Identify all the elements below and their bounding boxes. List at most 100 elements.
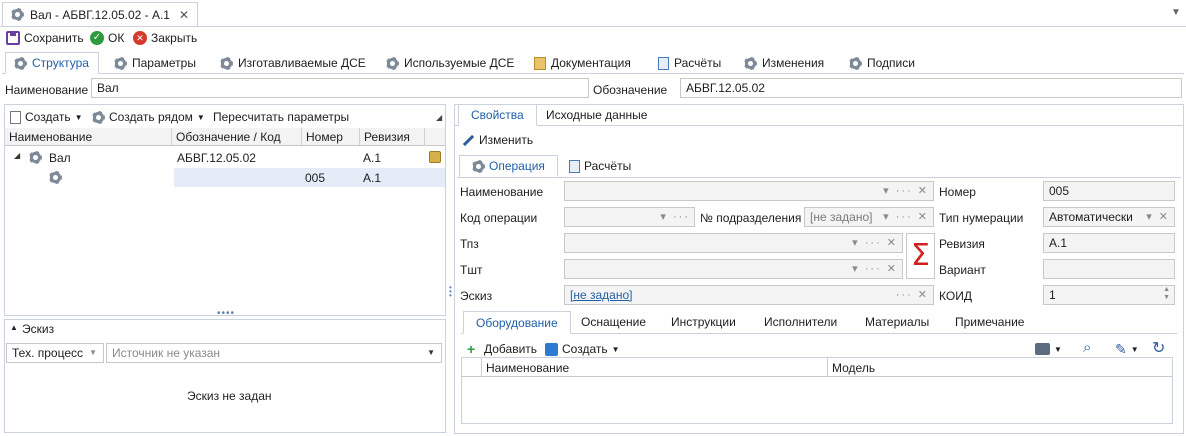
tab-label: Свойства [471, 108, 524, 122]
tab-manufactured-dse[interactable]: Изготавливаемые ДСЕ [212, 52, 374, 74]
edit-label: Изменить [479, 133, 534, 147]
op-name-field[interactable]: ▾ ··· ✕ [564, 181, 934, 201]
corner-grip-icon: ◢ [436, 113, 443, 122]
refresh-icon[interactable]: ↻ [1152, 338, 1165, 358]
close-tab-icon[interactable]: ✕ [179, 8, 189, 22]
edit-button[interactable]: Изменить [462, 132, 533, 148]
tab-executors[interactable]: Исполнители [752, 311, 849, 333]
sketch-field[interactable]: [не задано] ··· ✕ [564, 285, 934, 305]
equipment-grid-header: Наименование Модель [462, 358, 1172, 377]
tsht-field[interactable]: ▾ ··· ✕ [564, 259, 903, 279]
field-controls[interactable]: ▾ ··· ✕ [883, 210, 929, 223]
variant-label: Вариант [939, 263, 986, 277]
document-tab[interactable]: Вал - АБВГ.12.05.02 - А.1 ✕ [2, 2, 198, 26]
number-label: Номер [939, 185, 976, 199]
sketch-link[interactable]: [не задано] [570, 288, 632, 302]
designation-field[interactable]: АБВГ.12.05.02 [680, 78, 1182, 98]
variant-field[interactable] [1043, 259, 1175, 279]
ok-button[interactable]: ✓ ОК [90, 30, 124, 46]
vertical-splitter-grip[interactable]: • • • [449, 284, 453, 300]
row-revision: А.1 [363, 171, 382, 185]
field-controls[interactable]: ··· ✕ [896, 288, 929, 301]
op-code-field[interactable]: ▾ ··· [564, 207, 695, 227]
name-field[interactable]: Вал [91, 78, 589, 98]
tab-structure[interactable]: Структура [5, 52, 99, 74]
print-button[interactable]: ▼ [1035, 341, 1062, 357]
subdivision-value: [не задано] [810, 210, 873, 224]
tab-sub-calc[interactable]: Расчёты [557, 155, 643, 177]
tpz-field[interactable]: ▾ ··· ✕ [564, 233, 903, 253]
sigma-icon[interactable]: Σ [906, 233, 935, 279]
tab-calculations[interactable]: Расчёты [650, 52, 729, 74]
tree-header: Наименование Обозначение / Код Номер Рев… [5, 128, 445, 146]
col-number[interactable]: Номер [302, 128, 360, 145]
tab-source-data[interactable]: Исходные данные [534, 104, 659, 126]
collapse-icon[interactable]: ▲ [10, 323, 18, 332]
tab-label: Параметры [132, 56, 196, 70]
field-controls[interactable]: ▾ ··· ✕ [852, 262, 898, 275]
tpz-label: Тпз [460, 237, 479, 251]
tab-used-dse[interactable]: Используемые ДСЕ [378, 52, 522, 74]
create-button[interactable]: Создать ▼ [10, 109, 83, 125]
gear-icon [472, 159, 485, 173]
tab-equipment[interactable]: Оборудование [463, 311, 571, 334]
save-icon [6, 31, 20, 45]
revision-value: А.1 [1049, 236, 1068, 250]
numbering-label: Тип нумерации [939, 211, 1024, 225]
field-controls[interactable]: ▾ ··· [660, 210, 690, 223]
sketch-type-select[interactable]: Тех. процесс ▼ [6, 343, 104, 363]
tab-label: Материалы [865, 315, 930, 329]
field-controls[interactable]: ▾ ✕ [1146, 210, 1170, 223]
tab-signatures[interactable]: Подписи [841, 52, 923, 74]
koid-spinner[interactable]: 1 ▲ ▼ [1043, 285, 1175, 305]
save-button[interactable]: Сохранить [6, 30, 84, 46]
splitter-grip[interactable]: •••• [217, 308, 235, 319]
col-revision[interactable]: Ревизия [360, 128, 425, 145]
cancel-icon: ✕ [133, 31, 147, 45]
sketch-type-value: Тех. процесс [12, 346, 83, 360]
col-model[interactable]: Модель [828, 358, 879, 376]
col-equipment-name[interactable]: Наименование [482, 358, 828, 376]
create-near-button[interactable]: Создать рядом ▼ [92, 109, 205, 125]
sketch-title: Эскиз [22, 322, 55, 336]
spinner-arrows-icon[interactable]: ▲ ▼ [1163, 286, 1170, 302]
tab-materials[interactable]: Материалы [853, 311, 941, 333]
tab-notes[interactable]: Примечание [943, 311, 1036, 333]
add-label: Добавить [484, 342, 538, 356]
add-button[interactable]: + Добавить [467, 341, 537, 357]
chevron-down-icon: ▼ [1130, 344, 1139, 354]
field-controls[interactable]: ▾ ··· ✕ [852, 236, 898, 249]
numbering-select[interactable]: Автоматически ▾ ✕ [1043, 207, 1175, 227]
tab-instructions[interactable]: Инструкции [659, 311, 748, 333]
col-name[interactable]: Наименование [5, 128, 172, 145]
gear-icon [386, 56, 399, 70]
create-icon [545, 342, 558, 356]
settings-button[interactable]: ✎ ▼ [1115, 341, 1139, 357]
field-controls[interactable]: ▾ ··· ✕ [883, 184, 929, 197]
tab-label: Исполнители [764, 315, 838, 329]
op-name-label: Наименование [460, 185, 544, 199]
expand-icon[interactable]: ◢ [14, 151, 20, 160]
tab-documentation[interactable]: Документация [526, 52, 639, 74]
tab-operation[interactable]: Операция [459, 155, 558, 177]
tree-row[interactable]: 005 А.1 [5, 168, 445, 187]
chevron-down-icon: ▼ [427, 348, 437, 357]
check-icon: ✓ [90, 31, 104, 45]
create-equipment-button[interactable]: Создать ▼ [545, 341, 620, 357]
tab-tooling[interactable]: Оснащение [569, 311, 658, 333]
close-button[interactable]: ✕ Закрыть [133, 30, 197, 46]
tab-changes[interactable]: Изменения [736, 52, 832, 74]
save-label: Сохранить [24, 31, 84, 45]
col-code[interactable]: Обозначение / Код [172, 128, 302, 145]
sketch-source-select[interactable]: Источник не указан ▼ [106, 343, 442, 363]
subdivision-field[interactable]: [не задано] ▾ ··· ✕ [804, 207, 934, 227]
recalc-button[interactable]: Пересчитать параметры [213, 109, 349, 125]
tab-label: Оснащение [581, 315, 647, 329]
tab-properties[interactable]: Свойства [458, 104, 537, 126]
tree-row[interactable]: ◢ Вал АБВГ.12.05.02 А.1 [5, 149, 445, 167]
row-number: 005 [305, 171, 326, 185]
tab-list-chevron-icon[interactable]: ▼ [1171, 7, 1181, 18]
print-icon [1035, 343, 1050, 355]
tab-parameters[interactable]: Параметры [106, 52, 204, 74]
search-icon[interactable]: ⌕ [1083, 339, 1091, 356]
